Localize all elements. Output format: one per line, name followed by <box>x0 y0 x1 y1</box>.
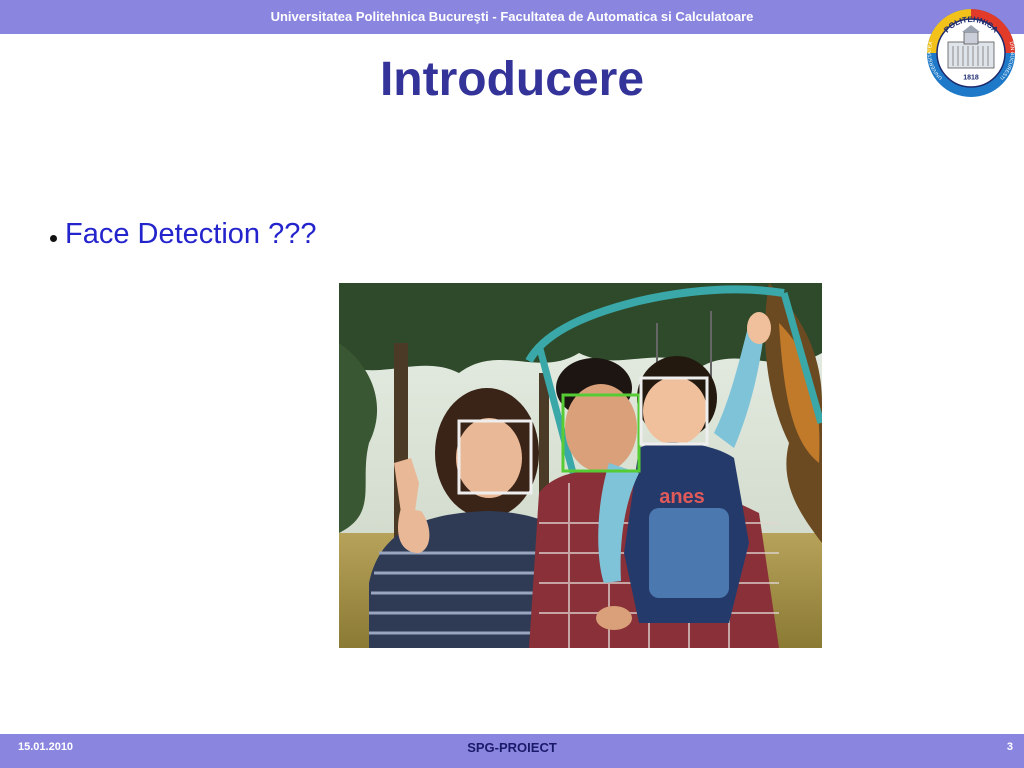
bullet-dot-icon <box>50 235 57 242</box>
footer-page-number: 3 <box>1006 741 1013 753</box>
slide: Universitatea Politehnica Bucureşti - Fa… <box>0 0 1024 768</box>
shirt-text: anes <box>659 486 705 508</box>
footer-title: SPG-PROIECT <box>467 740 557 755</box>
face-detection-photo: anes <box>339 283 822 648</box>
slide-title: Introducere <box>379 53 645 106</box>
bullet-text: Face Detection ??? <box>65 218 317 250</box>
bullet-item: Face Detection ??? <box>50 218 316 251</box>
header-institution: Universitatea Politehnica Bucureşti - Fa… <box>270 9 754 24</box>
